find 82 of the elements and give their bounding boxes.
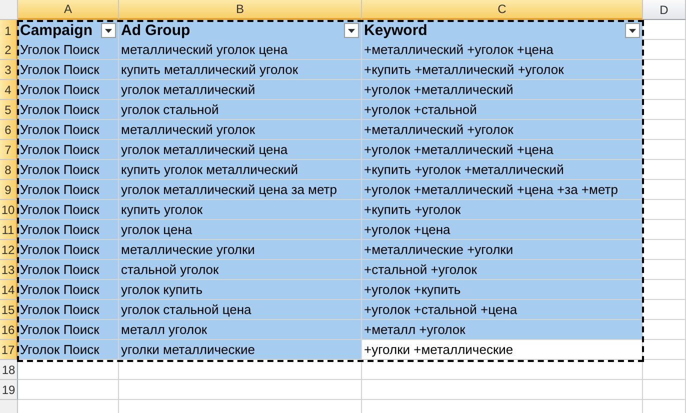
table-cell: уголок металлический цена bbox=[119, 140, 362, 160]
row-header[interactable]: 15 bbox=[0, 300, 18, 320]
table-cell: +металл +уголок bbox=[362, 320, 643, 340]
table-cell: +металлические +уголки bbox=[362, 240, 643, 260]
table-cell: уголок стальной bbox=[119, 100, 362, 120]
column-title: Campaign bbox=[20, 22, 93, 39]
table-cell: Уголок Поиск bbox=[18, 260, 119, 280]
column-header[interactable]: D bbox=[643, 0, 686, 20]
filter-dropdown-button[interactable] bbox=[344, 23, 359, 38]
table-cell: +уголок +цена bbox=[362, 220, 643, 240]
table-cell: +стальной +уголок bbox=[362, 260, 643, 280]
table-cell: Уголок Поиск bbox=[18, 60, 119, 80]
table-cell: купить уголок металлический bbox=[119, 160, 362, 180]
filter-dropdown-button[interactable] bbox=[101, 23, 116, 38]
table-cell: уголок металлический bbox=[119, 80, 362, 100]
table-cell: металлический уголок bbox=[119, 120, 362, 140]
table-cell: Уголок Поиск bbox=[18, 180, 119, 200]
row-header[interactable]: 17 bbox=[0, 340, 18, 360]
table-cell: Уголок Поиск bbox=[18, 100, 119, 120]
column-title: Keyword bbox=[364, 22, 428, 39]
table-cell: +купить +уголок +металлический bbox=[362, 160, 643, 180]
row-header[interactable]: 3 bbox=[0, 60, 18, 80]
table-cell: Уголок Поиск bbox=[18, 220, 119, 240]
empty-cell bbox=[643, 340, 686, 360]
row-header[interactable]: 16 bbox=[0, 320, 18, 340]
empty-cell bbox=[643, 380, 686, 400]
column-header[interactable]: A bbox=[18, 0, 119, 20]
table-cell: +уголок +стальной bbox=[362, 100, 643, 120]
row-header[interactable]: 18 bbox=[0, 360, 18, 380]
row-header[interactable]: 13 bbox=[0, 260, 18, 280]
table-cell: стальной уголок bbox=[119, 260, 362, 280]
row-header[interactable]: 4 bbox=[0, 80, 18, 100]
row-header[interactable]: 8 bbox=[0, 160, 18, 180]
table-cell: Уголок Поиск bbox=[18, 140, 119, 160]
table-cell: Уголок Поиск bbox=[18, 320, 119, 340]
empty-cell bbox=[643, 360, 686, 380]
row-header[interactable]: 11 bbox=[0, 220, 18, 240]
table-cell: Уголок Поиск bbox=[18, 280, 119, 300]
filter-dropdown-button[interactable] bbox=[625, 23, 640, 38]
table-cell: +уголки +металлические bbox=[362, 340, 643, 360]
row-header[interactable]: 5 bbox=[0, 100, 18, 120]
table-cell: +уголок +стальной +цена bbox=[362, 300, 643, 320]
table-cell: уголок металлический цена за метр bbox=[119, 180, 362, 200]
table-cell: +металлический +уголок bbox=[362, 120, 643, 140]
table-cell: уголки металлические bbox=[119, 340, 362, 360]
table-cell: Уголок Поиск bbox=[18, 200, 119, 220]
caret-icon bbox=[629, 28, 636, 32]
table-cell: Уголок Поиск bbox=[18, 40, 119, 60]
table-cell: +уголок +металлический bbox=[362, 80, 643, 100]
table-cell: +уголок +купить bbox=[362, 280, 643, 300]
table-cell: Уголок Поиск bbox=[18, 120, 119, 140]
table-cell: Уголок Поиск bbox=[18, 300, 119, 320]
column-header[interactable]: C bbox=[362, 0, 643, 20]
table-cell: уголок цена bbox=[119, 220, 362, 240]
row-header[interactable]: 6 bbox=[0, 120, 18, 140]
row-header[interactable]: 2 bbox=[0, 40, 18, 60]
table-cell: Уголок Поиск bbox=[18, 160, 119, 180]
table-cell: +купить +металлический +уголок bbox=[362, 60, 643, 80]
row-header[interactable]: 19 bbox=[0, 380, 18, 400]
table-cell: +уголок +металлический +цена bbox=[362, 140, 643, 160]
column-header[interactable]: B bbox=[119, 0, 362, 20]
table-cell: +металлический +уголок +цена bbox=[362, 40, 643, 60]
row-header[interactable]: 9 bbox=[0, 180, 18, 200]
table-cell: купить металлический уголок bbox=[119, 60, 362, 80]
table-cell: металлические уголки bbox=[119, 240, 362, 260]
row-header[interactable]: 10 bbox=[0, 200, 18, 220]
table-cell: +уголок +металлический +цена +за +метр bbox=[362, 180, 643, 200]
table-cell: металл уголок bbox=[119, 320, 362, 340]
table-cell: Уголок Поиск bbox=[18, 240, 119, 260]
table-cell: уголок купить bbox=[119, 280, 362, 300]
column-title: Ad Group bbox=[121, 22, 190, 39]
table-cell: Уголок Поиск bbox=[18, 80, 119, 100]
caret-icon bbox=[348, 28, 355, 32]
table-cell: уголок стальной цена bbox=[119, 300, 362, 320]
table-cell: Уголок Поиск bbox=[18, 340, 119, 360]
table-cell: купить уголок bbox=[119, 200, 362, 220]
row-header[interactable]: 7 bbox=[0, 140, 18, 160]
row-header[interactable]: 14 bbox=[0, 280, 18, 300]
caret-icon bbox=[105, 28, 112, 32]
row-header[interactable]: 12 bbox=[0, 240, 18, 260]
table-cell: металлический уголок цена bbox=[119, 40, 362, 60]
table-cell: +купить +уголок bbox=[362, 200, 643, 220]
